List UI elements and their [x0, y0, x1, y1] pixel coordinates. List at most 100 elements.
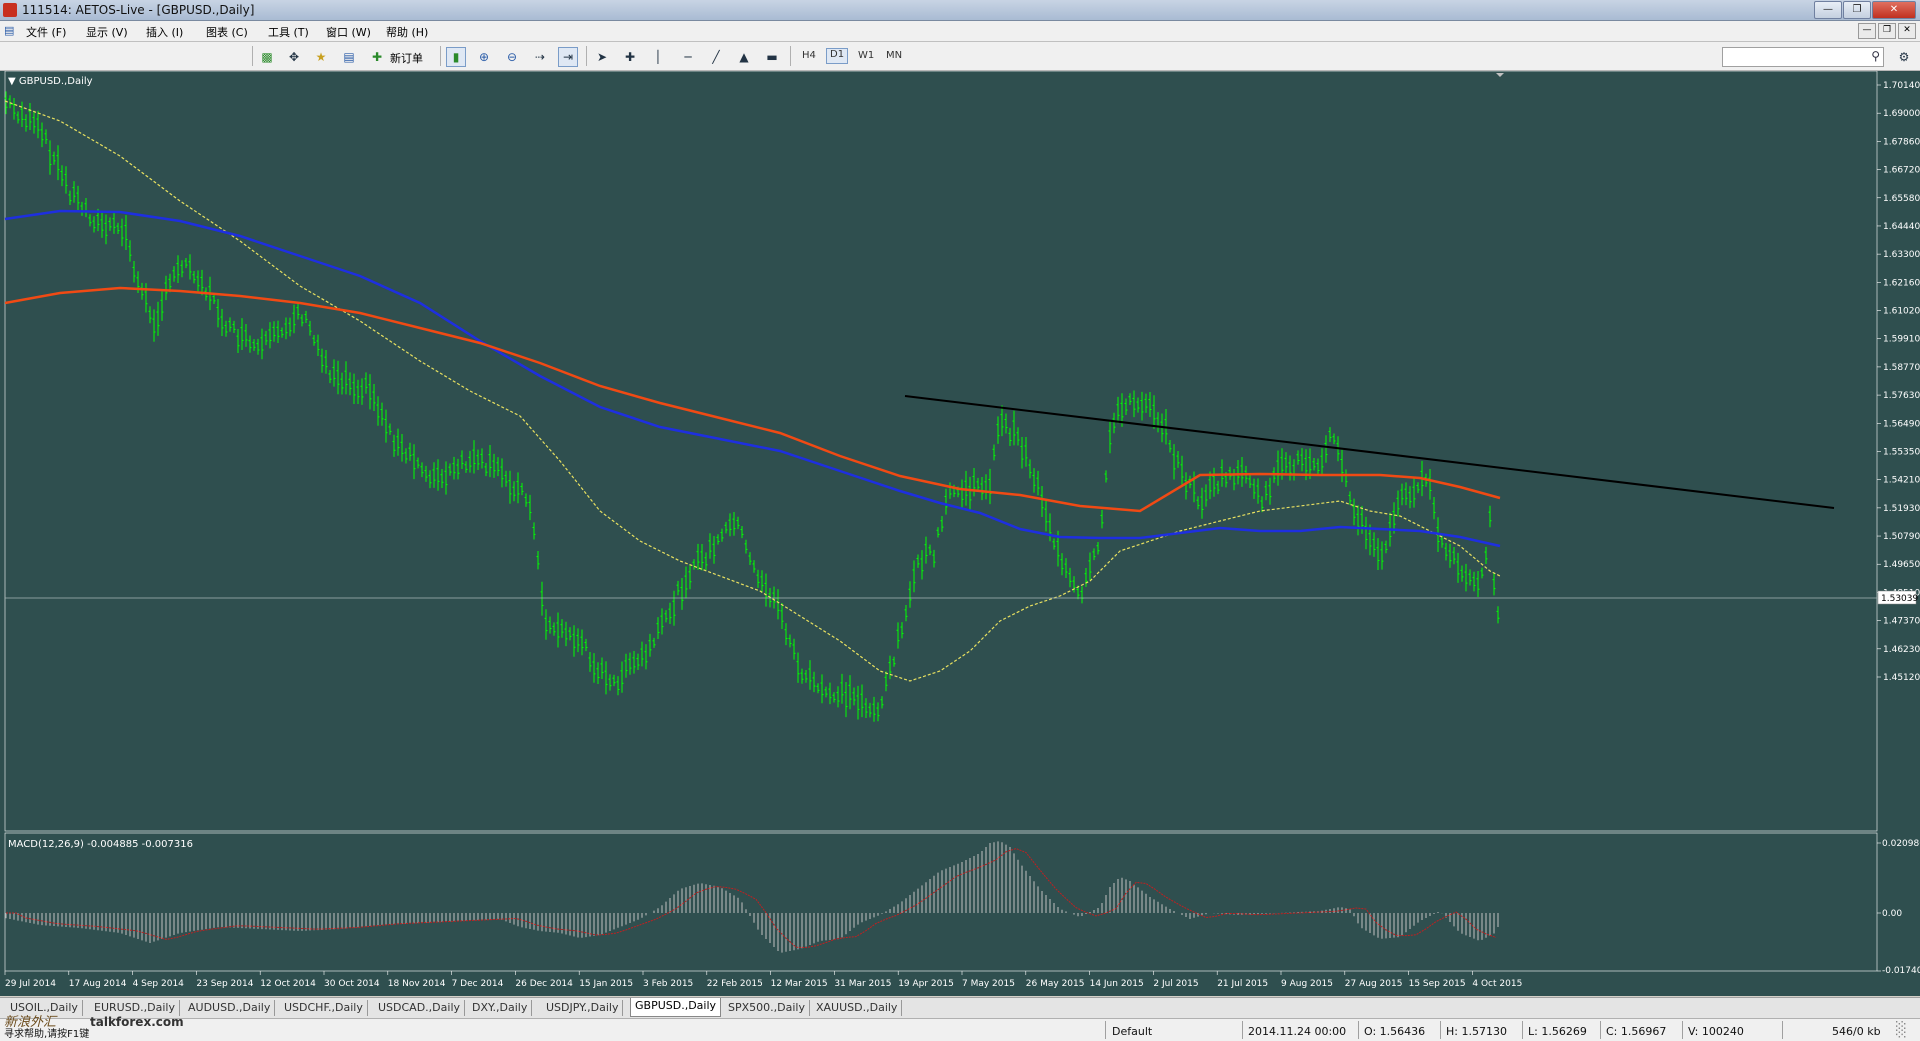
- price-tick-label: 1.61020: [1883, 307, 1920, 317]
- date-tick-label: 26 Dec 2014: [515, 979, 573, 989]
- price-tick-label: 1.50790: [1883, 532, 1920, 542]
- status-separator: [1682, 1021, 1683, 1039]
- title-bar: 111514: AETOS-Live - [GBPUSD.,Daily] — ❐…: [0, 0, 1920, 21]
- mdi-close-button[interactable]: ✕: [1898, 23, 1916, 39]
- price-tick-label: 1.65580: [1883, 194, 1920, 204]
- chart-shift-icon[interactable]: ⇥: [558, 47, 578, 67]
- zoom-in-icon[interactable]: ⊕: [474, 47, 494, 67]
- chart-tab-bar: USOIL.,Daily EURUSD.,Daily AUDUSD.,Daily…: [0, 997, 1920, 1018]
- macd-tick-label: 0.00: [1882, 909, 1902, 919]
- price-tick-label: 1.67860: [1883, 137, 1920, 147]
- options-icon[interactable]: ⚙: [1894, 47, 1914, 67]
- trendline-icon[interactable]: ╱: [706, 47, 726, 67]
- toolbar-separator: [586, 46, 587, 66]
- menu-bar: ▤ 文件 (F) 显示 (V) 插入 (I) 图表 (C) 工具 (T) 窗口 …: [0, 21, 1920, 42]
- date-tick-label: 31 Mar 2015: [834, 979, 891, 989]
- status-separator: [1782, 1021, 1783, 1039]
- mdi-restore-button[interactable]: ❐: [1878, 23, 1896, 39]
- date-tick-label: 21 Jul 2015: [1217, 979, 1268, 989]
- price-tick-label: 1.57630: [1883, 391, 1920, 401]
- price-tick-label: 1.66720: [1883, 166, 1920, 176]
- date-tick-label: 15 Jan 2015: [579, 979, 633, 989]
- timeframe-mn[interactable]: MN: [886, 50, 902, 61]
- macd-axis: 0.020986 0.00 -0.017403: [1877, 839, 1920, 976]
- current-price-marker: 1.53039: [1877, 590, 1918, 605]
- toolbar-separator: [790, 46, 791, 66]
- toolbar: ▩ ✥ ★ ▤ ✚ 新订单 ▮ ⊕ ⊖ ⇢ ⇥ ➤ ✚ │ ─ ╱ ▲ ▬ H4…: [0, 42, 1920, 71]
- new-order-icon[interactable]: ✚: [367, 47, 387, 67]
- status-profile[interactable]: Default: [1112, 1025, 1152, 1038]
- mdi-doc-icon[interactable]: ▤: [4, 24, 14, 37]
- price-tick-label: 1.46230: [1883, 645, 1920, 655]
- price-tick-label: 1.47370: [1883, 617, 1920, 627]
- tab-eurusd[interactable]: EURUSD.,Daily: [90, 1000, 180, 1016]
- price-tick-label: 1.70140: [1883, 81, 1920, 91]
- tab-audusd[interactable]: AUDUSD.,Daily: [184, 1000, 276, 1016]
- price-tick-label: 1.64440: [1883, 222, 1920, 232]
- cursor-icon[interactable]: ➤: [592, 47, 612, 67]
- price-tick-label: 1.45120: [1883, 673, 1920, 683]
- chart-symbol-label: ▼ GBPUSD.,Daily: [8, 76, 93, 87]
- rectangle-icon[interactable]: ▬: [762, 47, 782, 67]
- timeframe-w1[interactable]: W1: [858, 50, 874, 61]
- menu-insert[interactable]: 插入 (I): [146, 24, 183, 40]
- date-tick-label: 17 Aug 2014: [69, 979, 127, 989]
- navigator-icon[interactable]: ▤: [339, 47, 359, 67]
- horizontal-line-icon[interactable]: ─: [678, 47, 698, 67]
- search-input[interactable]: ⚲: [1722, 47, 1884, 67]
- date-tick-label: 2 Jul 2015: [1153, 979, 1198, 989]
- price-tick-label: 1.62160: [1883, 278, 1920, 288]
- date-tick-label: 22 Feb 2015: [707, 979, 763, 989]
- menu-file[interactable]: 文件 (F): [26, 24, 66, 40]
- tab-xauusd[interactable]: XAUUSD.,Daily: [812, 1000, 903, 1016]
- tab-usdchf[interactable]: USDCHF.,Daily: [280, 1000, 368, 1016]
- status-traffic: 546/0 kb: [1832, 1025, 1881, 1038]
- menu-tools[interactable]: 工具 (T): [268, 24, 309, 40]
- maximize-button[interactable]: ❐: [1843, 1, 1871, 19]
- tab-usdcad[interactable]: USDCAD.,Daily: [374, 1000, 466, 1016]
- main-plot-area: [4, 71, 1878, 832]
- crosshair-move-icon[interactable]: ✥: [284, 47, 304, 67]
- triangle-icon[interactable]: ▲: [734, 47, 754, 67]
- chart-properties-icon[interactable]: ▩: [257, 47, 277, 67]
- new-order-button[interactable]: 新订单: [390, 50, 423, 66]
- minimize-button[interactable]: —: [1814, 1, 1842, 19]
- tab-dxy[interactable]: DXY.,Daily: [468, 1000, 533, 1016]
- chart-canvas[interactable]: 1.70140 1.69000 1.67860 1.66720 1.65580 1.644…: [0, 71, 1920, 996]
- connection-icon: ░: [1896, 1022, 1907, 1038]
- date-tick-label: 27 Aug 2015: [1345, 979, 1403, 989]
- menu-view[interactable]: 显示 (V): [86, 24, 128, 40]
- price-tick-label: 1.58770: [1883, 363, 1920, 373]
- tab-usdjpy[interactable]: USDJPY.,Daily: [542, 1000, 624, 1016]
- timeframe-h4[interactable]: H4: [802, 50, 816, 61]
- price-tick-label: 1.54210: [1883, 476, 1920, 486]
- timeframe-d1[interactable]: D1: [826, 48, 849, 64]
- status-separator: [1242, 1021, 1243, 1039]
- menu-charts[interactable]: 图表 (C): [206, 24, 248, 40]
- price-tick-label: 1.63300: [1883, 250, 1920, 260]
- menu-help[interactable]: 帮助 (H): [386, 24, 428, 40]
- date-tick-label: 9 Aug 2015: [1281, 979, 1333, 989]
- toolbar-separator: [252, 46, 253, 66]
- watermark-logo: 新浪外汇: [4, 1015, 57, 1030]
- auto-scroll-icon[interactable]: ⇢: [530, 47, 550, 67]
- macd-tick-label: -0.017403: [1882, 966, 1920, 976]
- crosshair-icon[interactable]: ✚: [620, 47, 640, 67]
- date-tick-label: 7 Dec 2014: [452, 979, 504, 989]
- menu-window[interactable]: 窗口 (W): [326, 24, 371, 40]
- search-icon[interactable]: ⚲: [1871, 49, 1880, 63]
- bar-chart-icon[interactable]: ▮: [446, 47, 466, 67]
- mdi-minimize-button[interactable]: —: [1858, 23, 1876, 39]
- price-tick-label: 1.51930: [1883, 504, 1920, 514]
- favorites-icon[interactable]: ★: [311, 47, 331, 67]
- chart-window[interactable]: 1.70140 1.69000 1.67860 1.66720 1.65580 1.644…: [0, 71, 1920, 996]
- vertical-line-icon[interactable]: │: [648, 47, 668, 67]
- date-tick-label: 4 Oct 2015: [1472, 979, 1522, 989]
- close-button[interactable]: ✕: [1872, 1, 1916, 19]
- tab-spx500[interactable]: SPX500.,Daily: [724, 1000, 810, 1016]
- date-tick-label: 29 Jul 2014: [5, 979, 56, 989]
- tab-gbpusd[interactable]: GBPUSD.,Daily: [630, 998, 722, 1017]
- status-separator: [1440, 1021, 1441, 1039]
- status-volume: V: 100240: [1688, 1025, 1744, 1038]
- zoom-out-icon[interactable]: ⊖: [502, 47, 522, 67]
